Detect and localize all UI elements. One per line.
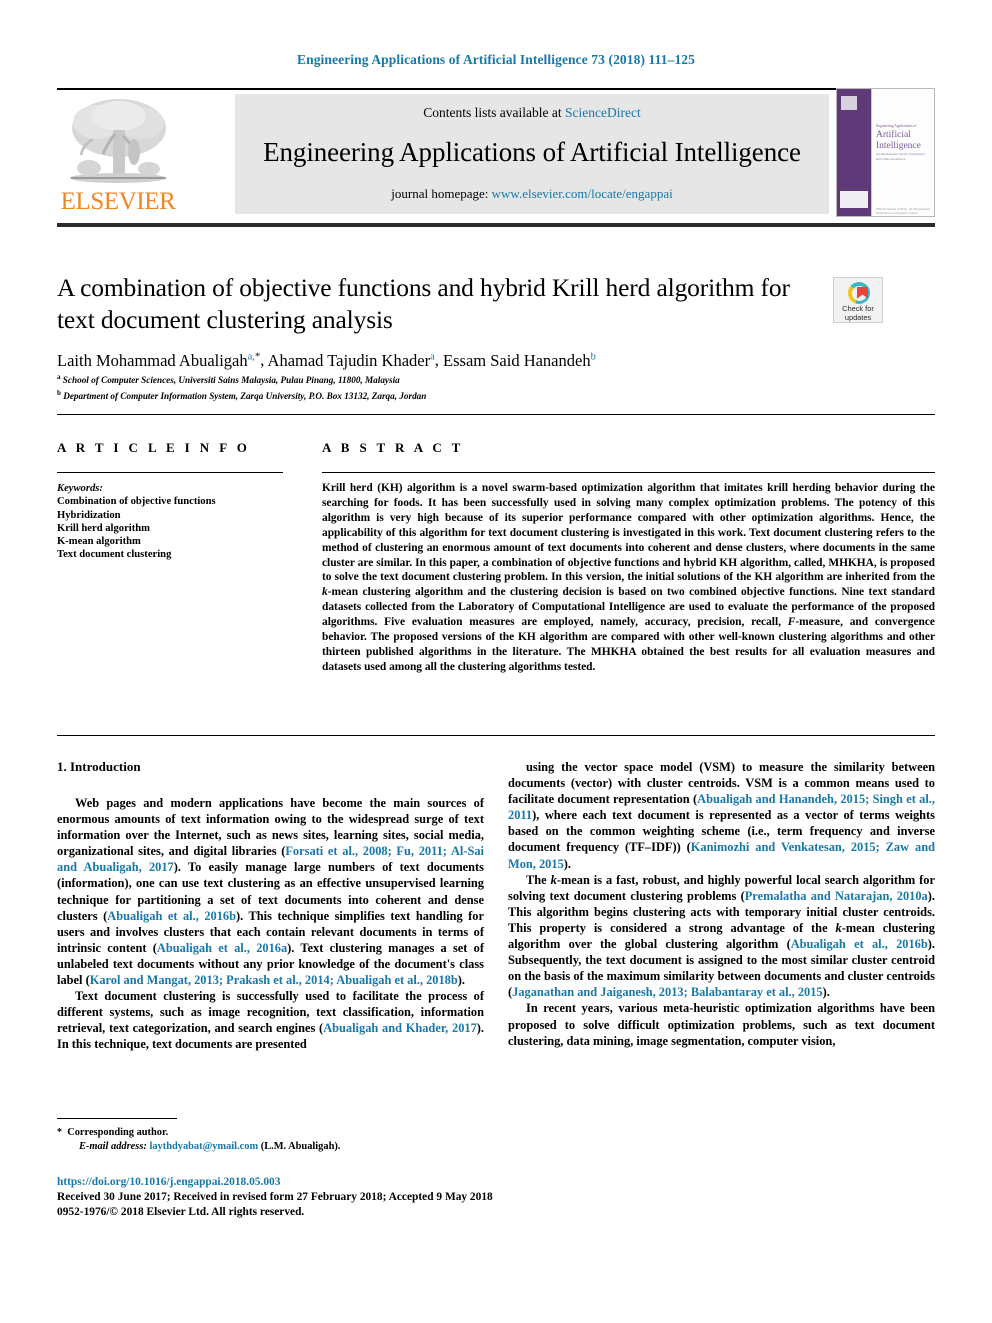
paragraph: In recent years, various meta-heuristic … [508, 1001, 935, 1048]
homepage-line: journal homepage: www.elsevier.com/locat… [235, 186, 829, 202]
publication-history: Received 30 June 2017; Received in revis… [57, 1191, 493, 1204]
sciencedirect-link[interactable]: ScienceDirect [565, 105, 641, 120]
keyword-item: K-mean algorithm [57, 536, 141, 548]
keyword-item: Krill herd algorithm [57, 522, 150, 534]
abstract-heading: A B S T R A C T [322, 440, 464, 455]
affiliation-a: a School of Computer Sciences, Universit… [57, 371, 757, 387]
footer-block: https://doi.org/10.1016/j.engappai.2018.… [57, 1175, 657, 1221]
cover-badge-top-icon [841, 96, 857, 110]
cover-line4: An International Journal of Intelligent … [876, 152, 925, 161]
author-list: Laith Mohammad Abualigaha,*, Ahamad Taju… [57, 346, 847, 372]
keywords-label: Keywords: [57, 483, 103, 494]
elsevier-wordmark: ELSEVIER [60, 188, 176, 215]
cover-line1: Engineering Applications of [876, 124, 917, 128]
page-title: A combination of objective functions and… [57, 273, 790, 334]
citation-link[interactable]: Abualigah et al., 2016b [107, 909, 236, 923]
paragraph: Web pages and modern applications have b… [57, 796, 484, 988]
author-sep-1: , [434, 350, 444, 370]
citation-link[interactable]: Forsati et al., 2008; Fu, 2011; Al-Sai a… [57, 844, 484, 874]
affiliation-b-mark: b [57, 388, 61, 397]
title-bottom-rule [57, 414, 935, 415]
paragraph: using the vector space model (VSM) to me… [508, 760, 935, 871]
citation-link[interactable]: Jaganathan and Jaiganesh, 2013; Balabant… [512, 985, 823, 999]
affiliation-a-mark: a [57, 373, 61, 381]
author-1: Ahamad Tajudin Khadera [268, 351, 435, 370]
paragraph: Text document clustering is successfully… [57, 989, 485, 1052]
citation-link[interactable]: Abualigah and Khader, 2017 [323, 1021, 477, 1035]
affiliation-b: b Department of Computer Information Sys… [57, 387, 757, 403]
author-2-marks: b [590, 351, 596, 362]
keywords-block: Keywords: Combination of objective funct… [57, 482, 287, 562]
crossmark-label: Check for updates [834, 304, 882, 322]
masthead-top-rule [57, 88, 935, 90]
cover-badge-bottom-icon [840, 191, 868, 208]
journal-banner: Contents lists available at ScienceDirec… [235, 94, 829, 214]
journal-masthead: ELSEVIER Contents lists available at Sci… [57, 88, 935, 217]
paragraph: The k-mean is a fast, robust, and highly… [508, 872, 935, 1000]
crossmark-bookmark-icon [857, 286, 868, 299]
homepage-prefix: journal homepage: [391, 186, 492, 201]
contents-prefix: Contents lists available at [423, 105, 565, 120]
cover-line3-text: Intelligence [876, 140, 921, 151]
keyword-item: Text document clustering [57, 549, 172, 561]
masthead-bottom-rule [57, 223, 935, 227]
citation-link[interactable]: Abualigah et al., 2016a [157, 941, 287, 955]
article-page: Engineering Applications of Artificial I… [0, 0, 992, 1323]
cover-line2-text: Artificial [876, 130, 911, 140]
abstract-bottom-rule [57, 735, 935, 736]
footnote-block: * Corresponding author. E-mail address: … [57, 1126, 487, 1154]
keyword-item: Combination of objective functions [57, 496, 216, 508]
abstract-text: Krill herd (KH) algorithm is a novel swa… [322, 482, 935, 673]
author-sep-0: , [260, 350, 268, 370]
citation-link[interactable]: Karol and Mangat, 2013; Prakash et al., … [90, 973, 458, 987]
email-note: E-mail address: laythdyabat@ymail.com (L… [57, 1140, 487, 1154]
affiliation-a-text: School of Computer Sciences, Universiti … [62, 375, 400, 386]
affiliation-list: a School of Computer Sciences, Universit… [57, 371, 757, 402]
article-info-rule [57, 472, 283, 473]
cover-line5: Official Journal of IFAC, the Internatio… [876, 207, 930, 215]
citation-link[interactable]: Premalatha and Natarajan, 2010a [745, 889, 928, 903]
author-0-marks: a, [247, 351, 255, 362]
journal-title: Engineering Applications of Artificial I… [263, 137, 801, 167]
crossmark-label-line2: updates [844, 312, 872, 322]
email-link[interactable]: laythdyabat@ymail.com [149, 1141, 258, 1152]
journal-cover-thumbnail: Engineering Applications of Artificial In… [836, 88, 935, 217]
affiliation-b-text: Department of Computer Information Syste… [63, 390, 427, 401]
contents-line: Contents lists available at ScienceDirec… [235, 105, 829, 121]
email-label: E-mail address: [79, 1141, 147, 1153]
body-column-right: using the vector space model (VSM) to me… [508, 759, 935, 1049]
footnote-star-marker: * [57, 1127, 62, 1138]
citation-link[interactable]: Kanimozhi and Venkatesan, 2015; Zaw and … [508, 840, 935, 870]
cover-line2: Artificial Intelligence [876, 130, 932, 151]
crossmark-ring-icon [848, 282, 870, 304]
abstract-rule [322, 472, 935, 473]
citation-link[interactable]: Abualigah and Hanandeh, 2015; Singh et a… [508, 792, 935, 822]
author-0: Laith Mohammad Abualigaha,* [57, 351, 260, 370]
crossmark-inner-circle [851, 285, 868, 301]
author-2: Essam Said Hanandehb [443, 351, 596, 370]
keyword-item: Hybridization [57, 509, 121, 521]
homepage-link[interactable]: www.elsevier.com/locate/engappai [492, 186, 673, 201]
section-heading-introduction: 1. Introduction [57, 759, 141, 774]
elsevier-logo: ELSEVIER [57, 92, 179, 217]
running-head: Engineering Applications of Artificial I… [296, 52, 696, 67]
body-column-left: Web pages and modern applications have b… [57, 795, 484, 1053]
citation-link[interactable]: Abualigah et al., 2016b [791, 937, 928, 951]
article-info-heading: A R T I C L E I N F O [57, 440, 251, 455]
elsevier-tree-icon [70, 99, 166, 183]
cover-divider [871, 89, 872, 216]
author-2-name: Essam Said Hanandeh [443, 350, 591, 370]
doi-link[interactable]: https://doi.org/10.1016/j.engappai.2018.… [57, 1175, 657, 1190]
email-suffix: (L.M. Abualigah). [260, 1141, 341, 1153]
crossmark-badge[interactable]: Check for updates [833, 277, 883, 323]
author-0-name: Laith Mohammad Abualigah [57, 350, 248, 370]
corresponding-author-text: Corresponding author. [67, 1127, 169, 1138]
footnote-rule [57, 1118, 177, 1119]
corresponding-author-note: * Corresponding author. [57, 1126, 487, 1140]
author-1-name: Ahamad Tajudin Khader [267, 350, 431, 370]
copyright-line: 0952-1976/© 2018 Elsevier Ltd. All right… [57, 1206, 305, 1219]
